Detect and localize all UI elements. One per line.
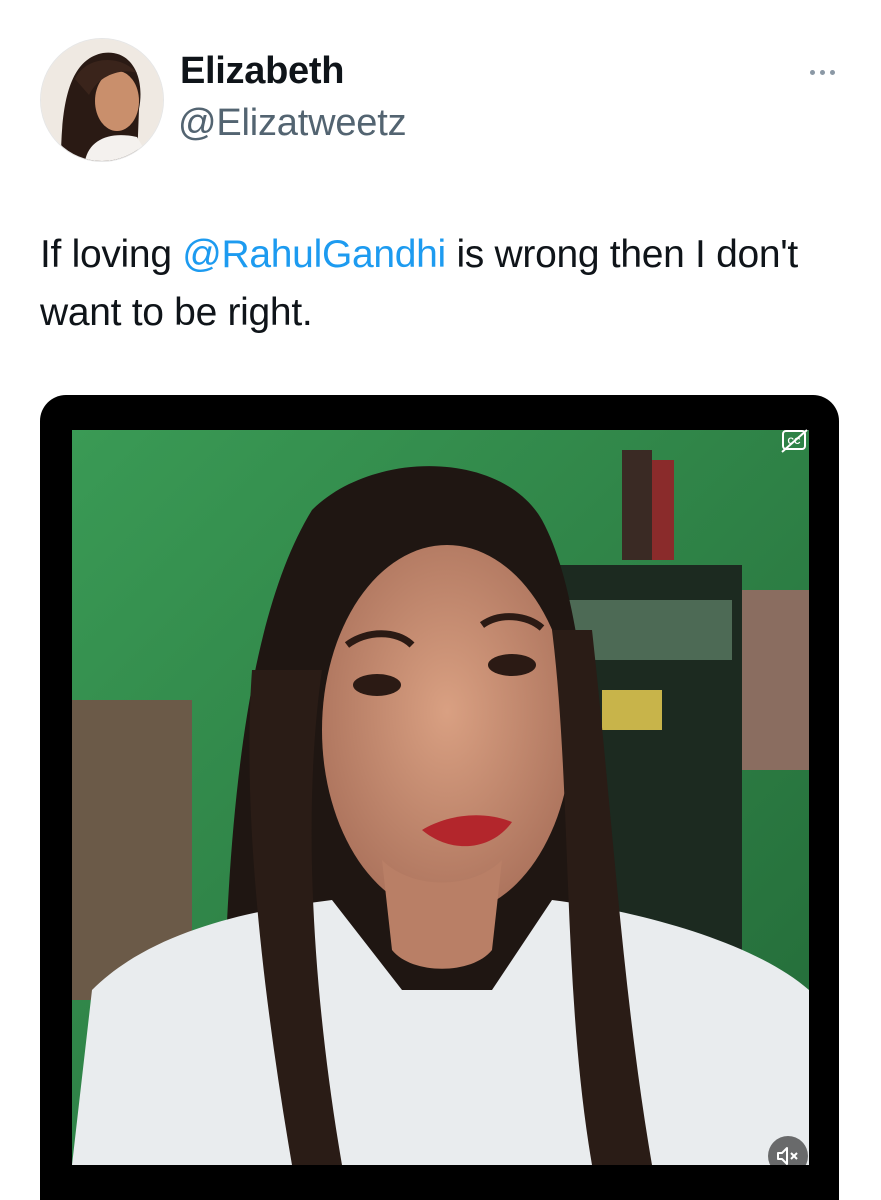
tweet-text: If loving @RahulGandhi is wrong then I d…: [40, 226, 830, 342]
author-handle[interactable]: @Elizatweetz: [178, 102, 407, 145]
video-player[interactable]: [40, 395, 839, 1200]
mute-button[interactable]: [768, 1136, 808, 1176]
muted-speaker-icon: [777, 1147, 798, 1165]
ellipsis-icon: [809, 69, 815, 75]
tweet-text-start: If loving: [40, 233, 183, 276]
more-options-button[interactable]: [800, 58, 844, 86]
video-thumbnail: [72, 430, 809, 1165]
avatar[interactable]: [40, 38, 164, 162]
mention-link[interactable]: @RahulGandhi: [182, 233, 446, 276]
closed-captions-icon[interactable]: CC: [780, 428, 810, 454]
avatar-photo: [41, 39, 163, 161]
author-display-name[interactable]: Elizabeth: [180, 50, 344, 93]
video-frame[interactable]: [72, 430, 809, 1165]
